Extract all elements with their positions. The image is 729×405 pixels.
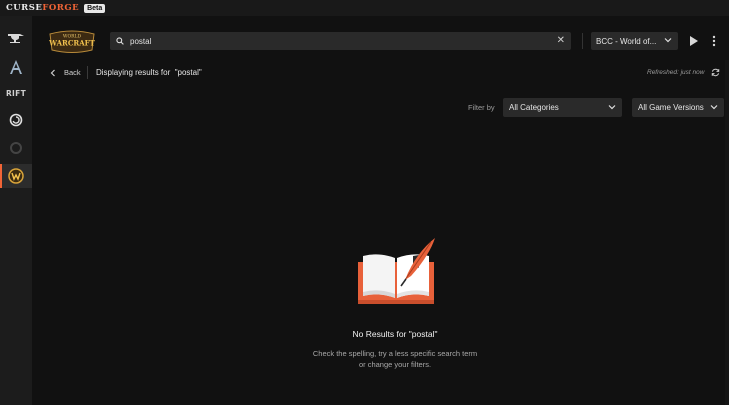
more-options-icon[interactable]: [711, 35, 717, 47]
chevron-down-icon: [664, 38, 672, 43]
title-bar: CURSEFORGE Beta: [0, 0, 729, 16]
play-icon[interactable]: [689, 35, 699, 47]
rail-item-ring[interactable]: [0, 136, 32, 160]
app-brand: CURSEFORGE: [6, 3, 80, 13]
swirl-game-icon: [9, 113, 23, 127]
empty-state-line-2: or change your filters.: [358, 360, 432, 369]
anvil-game-icon: [8, 34, 24, 43]
chevron-down-icon: [608, 105, 616, 110]
back-divider: [87, 66, 88, 79]
wow-game-icon: [8, 168, 24, 184]
open-book-quill-icon: [358, 238, 435, 304]
category-dropdown-label: All Categories: [509, 103, 559, 112]
game-rail: RIFT: [0, 16, 32, 405]
game-version-filter-label: All Game Versions: [638, 103, 704, 112]
game-version-select[interactable]: BCC - World of...: [591, 32, 678, 50]
game-version-label: BCC - World of...: [596, 36, 657, 46]
rail-item-wow[interactable]: [0, 164, 32, 188]
rift-game-icon: RIFT: [5, 88, 26, 98]
game-version-filter-dropdown[interactable]: All Game Versions: [632, 98, 724, 117]
chevron-down-icon: [710, 105, 718, 110]
rail-item-anvil[interactable]: [0, 26, 32, 50]
refreshed-status: Refreshed: just now: [647, 69, 705, 76]
back-button[interactable]: Back: [50, 68, 81, 77]
beta-badge: Beta: [84, 3, 106, 13]
svg-text:WARCRAFT: WARCRAFT: [48, 39, 95, 48]
category-dropdown[interactable]: All Categories: [503, 98, 622, 117]
search-bar: ✕: [110, 32, 571, 50]
albion-game-icon: [10, 60, 22, 74]
search-icon: [116, 37, 124, 45]
scrollbar-track[interactable]: [725, 60, 729, 405]
empty-state-title: No Results for "postal": [352, 329, 438, 339]
results-title: Displaying results for "postal": [96, 68, 202, 77]
ring-game-icon: [10, 142, 22, 154]
empty-state-description: Check the spelling, try a less specific …: [290, 348, 500, 370]
rail-item-rift[interactable]: RIFT: [0, 81, 32, 105]
search-input[interactable]: [130, 36, 550, 46]
rail-item-swirl[interactable]: [0, 108, 32, 132]
back-label: Back: [64, 68, 81, 77]
chevron-left-icon: [50, 69, 55, 76]
filter-by-label: Filter by: [468, 103, 495, 112]
clear-search-icon[interactable]: ✕: [557, 35, 565, 47]
empty-state-line-1: Check the spelling, try a less specific …: [312, 349, 478, 358]
wow-logo: WORLD WARCRAFT: [48, 30, 96, 53]
refresh-icon[interactable]: [711, 68, 720, 77]
rail-item-albion[interactable]: [0, 55, 32, 79]
header-divider: [582, 33, 583, 49]
